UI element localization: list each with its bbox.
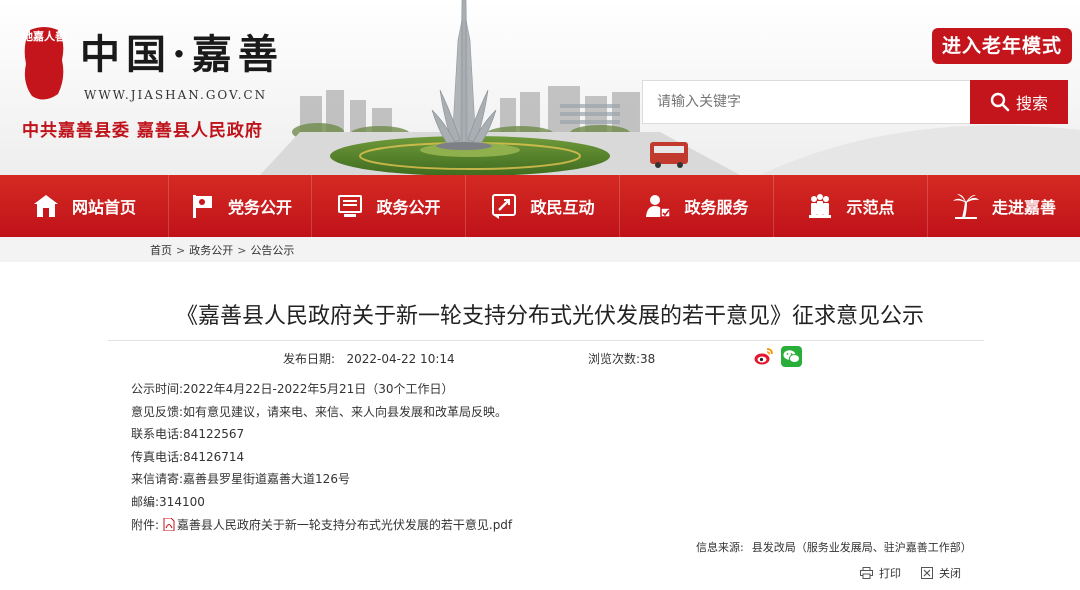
- weibo-icon[interactable]: [753, 346, 774, 367]
- publish-date: 发布日期: 2022-04-22 10:14: [283, 350, 455, 367]
- info-value: 84126714: [183, 449, 245, 464]
- search-button-label: 搜索: [1015, 94, 1048, 113]
- info-label: 传真电话:: [131, 449, 184, 464]
- notice-info-list: 公示时间:2022年4月22日-2022年5月21日（30个工作日） 意见反馈:…: [131, 378, 991, 536]
- info-value: 2022年4月22日-2022年5月21日（30个工作日）: [183, 382, 454, 396]
- info-value: 84122567: [183, 427, 245, 442]
- breadcrumb-government-affairs[interactable]: 政务公开: [189, 244, 233, 257]
- nav-item-label: 政务服务: [684, 198, 749, 217]
- breadcrumb-announcements[interactable]: 公告公示: [250, 244, 294, 257]
- article-title: 《嘉善县人民政府关于新一轮支持分布式光伏发展的若干意见》征求意见公示: [175, 304, 924, 329]
- site-subtitle: 中共嘉善县委 嘉善县人民政府: [22, 121, 263, 141]
- attachment-file-name: 嘉善县人民政府关于新一轮支持分布式光伏发展的若干意见.pdf: [176, 517, 513, 532]
- info-row-address: 来信请寄:嘉善县罗星街道嘉善大道126号: [131, 468, 991, 491]
- interaction-icon: [492, 194, 517, 219]
- close-icon: [921, 567, 933, 579]
- info-label: 邮编:: [131, 494, 160, 509]
- publish-date-value: 2022-04-22 10:14: [346, 352, 455, 366]
- document-monitor-icon: [338, 195, 363, 217]
- view-count-value: 38: [640, 352, 656, 366]
- palm-tree-icon: [952, 194, 979, 219]
- nav-item-label: 示范点: [846, 198, 895, 217]
- info-row-publicity-period: 公示时间:2022年4月22日-2022年5月21日（30个工作日）: [131, 378, 991, 401]
- printer-icon: [860, 567, 873, 579]
- info-row-feedback: 意见反馈:如有意见建议，请来电、来信、来人向县发展和改革局反映。: [131, 401, 991, 424]
- nav-item-demonstration[interactable]: 示范点: [774, 175, 928, 237]
- info-row-phone: 联系电话:84122567: [131, 423, 991, 446]
- info-value: 嘉善县罗星街道嘉善大道126号: [183, 472, 350, 487]
- nav-item-services[interactable]: 政务服务: [620, 175, 774, 237]
- source-value: 县发改局（服务业发展局、驻沪嘉善工作部）: [751, 541, 972, 554]
- search-input[interactable]: [642, 80, 972, 124]
- party-flag-icon: [192, 195, 212, 218]
- site-url: WWW.JIASHAN.GOV.CN: [84, 88, 268, 102]
- elderly-mode-button[interactable]: 进入老年模式: [932, 28, 1072, 64]
- breadcrumb-bar: 首页 > 政务公开 > 公告公示: [0, 237, 1080, 262]
- info-label: 意见反馈:: [131, 404, 184, 419]
- user-service-icon: [646, 195, 672, 218]
- nav-item-government-affairs[interactable]: 政务公开: [312, 175, 466, 237]
- logo-seal-text: 地嘉人善: [22, 30, 66, 43]
- info-label: 联系电话:: [131, 427, 184, 442]
- info-source: 信息来源: 县发改局（服务业发展局、驻沪嘉善工作部）: [696, 539, 972, 555]
- info-row-fax: 传真电话:84126714: [131, 446, 991, 469]
- info-row-postcode: 邮编:314100: [131, 491, 991, 514]
- site-title: 中国·嘉善: [80, 31, 284, 78]
- pdf-icon: [163, 517, 175, 531]
- nav-item-label: 政民互动: [530, 198, 595, 217]
- info-row-attachment: 附件: 嘉善县人民政府关于新一轮支持分布式光伏发展的若干意见.pdf: [131, 514, 991, 537]
- main-nav: 网站首页 党务公开 政务公开 政民互动 政务服务 示范点 走进嘉善: [0, 175, 1080, 237]
- publish-date-label: 发布日期:: [283, 352, 336, 366]
- close-button[interactable]: 关闭: [921, 565, 961, 581]
- breadcrumb-separator: >: [176, 244, 186, 257]
- nav-item-label: 政务公开: [376, 198, 441, 217]
- attachment-link[interactable]: 嘉善县人民政府关于新一轮支持分布式光伏发展的若干意见.pdf: [163, 517, 513, 532]
- print-button[interactable]: 打印: [860, 565, 901, 581]
- nav-item-party-affairs[interactable]: 党务公开: [169, 175, 312, 237]
- people-group-icon: [809, 194, 832, 218]
- nav-item-about-jiashan[interactable]: 走进嘉善: [928, 175, 1080, 237]
- search-icon: [990, 92, 1010, 112]
- nav-item-home[interactable]: 网站首页: [0, 175, 169, 237]
- breadcrumb-home[interactable]: 首页: [150, 244, 172, 257]
- view-count-label: 浏览次数:: [588, 352, 641, 366]
- breadcrumb-separator: >: [237, 244, 247, 257]
- print-label: 打印: [879, 567, 901, 580]
- title-divider: [108, 340, 984, 341]
- info-label: 公示时间:: [131, 382, 184, 396]
- info-label: 附件:: [131, 517, 160, 532]
- info-label: 来信请寄:: [131, 472, 184, 487]
- home-icon: [33, 195, 58, 217]
- source-label: 信息来源:: [696, 541, 744, 554]
- site-header: 地嘉人善 中国·嘉善 WWW.JIASHAN.GOV.CN 中共嘉善县委 嘉善县…: [0, 0, 1080, 175]
- wechat-icon[interactable]: [781, 346, 802, 367]
- search-button[interactable]: 搜索: [970, 80, 1068, 124]
- nav-item-label: 党务公开: [227, 198, 292, 217]
- view-count: 浏览次数:38: [588, 350, 655, 367]
- info-value: 314100: [159, 494, 205, 509]
- close-label: 关闭: [939, 567, 961, 580]
- nav-item-label: 网站首页: [71, 198, 136, 217]
- nav-item-interaction[interactable]: 政民互动: [466, 175, 620, 237]
- breadcrumb: 首页 > 政务公开 > 公告公示: [150, 242, 294, 258]
- info-value: 如有意见建议，请来电、来信、来人向县发展和改革局反映。: [183, 404, 508, 419]
- nav-item-label: 走进嘉善: [991, 198, 1056, 217]
